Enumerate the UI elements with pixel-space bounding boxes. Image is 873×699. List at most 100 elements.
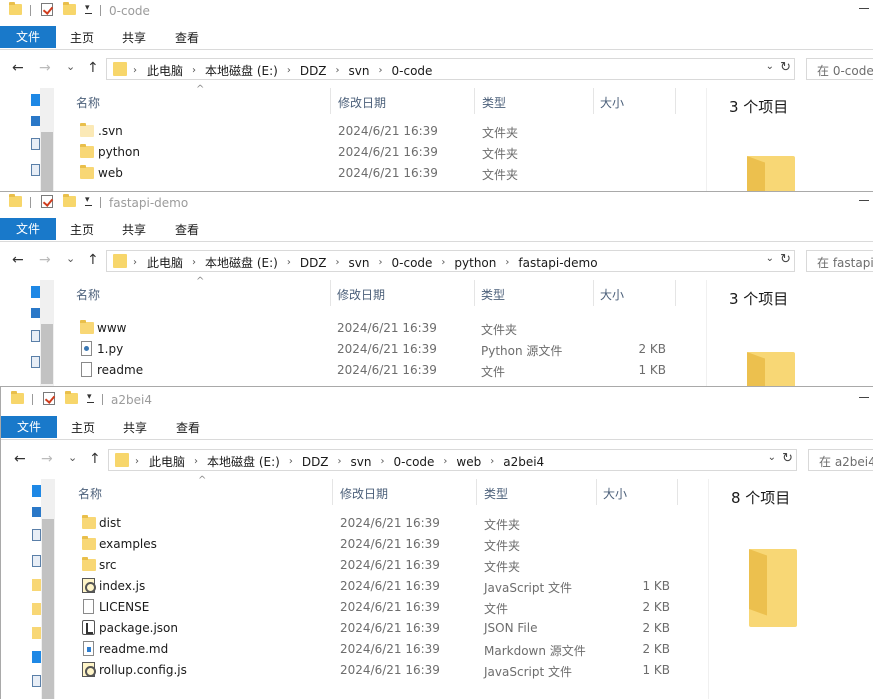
file-row[interactable]: dist 2024/6/21 16:39 文件夹 xyxy=(57,513,707,534)
file-row[interactable]: www 2024/6/21 16:39 文件夹 xyxy=(56,318,706,339)
breadcrumb-item[interactable]: 本地磁盘 (E:) xyxy=(205,62,278,79)
scrollbar-thumb[interactable] xyxy=(42,519,54,699)
chevron-right-icon[interactable]: › xyxy=(287,65,291,76)
folder-icon[interactable] xyxy=(32,627,41,639)
back-arrow-icon[interactable]: ← xyxy=(12,253,24,267)
picture-icon[interactable] xyxy=(31,356,40,368)
navigation-pane[interactable] xyxy=(1,479,57,699)
chevron-right-icon[interactable]: › xyxy=(379,257,383,268)
navigation-pane[interactable] xyxy=(0,88,56,192)
tab-share[interactable]: 共享 xyxy=(122,29,146,46)
file-row[interactable]: examples 2024/6/21 16:39 文件夹 xyxy=(57,534,707,555)
tab-share[interactable]: 共享 xyxy=(122,221,146,238)
scrollbar-thumb[interactable] xyxy=(41,132,53,192)
chevron-right-icon[interactable]: › xyxy=(287,257,291,268)
chevron-right-icon[interactable]: › xyxy=(192,257,196,268)
column-type[interactable]: 类型 xyxy=(482,94,506,111)
download-icon[interactable] xyxy=(31,116,40,126)
file-row[interactable]: LICENSE 2024/6/21 16:39 文件 2 KB xyxy=(57,597,707,618)
desktop-icon[interactable] xyxy=(32,651,41,663)
tab-share[interactable]: 共享 xyxy=(123,419,147,436)
column-divider[interactable] xyxy=(675,280,676,306)
up-arrow-icon[interactable]: ↑ xyxy=(87,61,99,75)
forward-arrow-icon[interactable]: → xyxy=(39,253,51,267)
file-row[interactable]: .svn 2024/6/21 16:39 文件夹 xyxy=(56,121,706,142)
breadcrumb-item[interactable]: DDZ xyxy=(302,455,329,469)
column-divider[interactable] xyxy=(330,88,331,114)
column-date[interactable]: 修改日期 xyxy=(337,286,385,303)
forward-arrow-icon[interactable]: → xyxy=(41,452,53,466)
file-row[interactable]: src 2024/6/21 16:39 文件夹 xyxy=(57,555,707,576)
download-icon[interactable] xyxy=(31,308,40,318)
breadcrumb-item[interactable]: 此电脑 xyxy=(149,453,185,470)
chevron-right-icon[interactable]: › xyxy=(505,257,509,268)
properties-icon[interactable] xyxy=(41,3,53,16)
download-icon[interactable] xyxy=(32,507,41,517)
chevron-down-icon[interactable]: ▾ xyxy=(85,3,92,14)
chevron-down-icon[interactable]: ⌄ xyxy=(768,452,776,463)
column-divider[interactable] xyxy=(593,280,594,306)
breadcrumb-item[interactable]: 本地磁盘 (E:) xyxy=(207,453,280,470)
chevron-right-icon[interactable]: › xyxy=(338,456,342,467)
column-name[interactable]: 名称 xyxy=(78,485,102,502)
breadcrumb-item[interactable]: 0-code xyxy=(392,256,433,270)
up-arrow-icon[interactable]: ↑ xyxy=(89,452,101,466)
breadcrumb-item[interactable]: python xyxy=(454,256,496,270)
breadcrumb-item[interactable]: svn xyxy=(349,256,370,270)
breadcrumb-item[interactable]: 此电脑 xyxy=(147,62,183,79)
file-row[interactable]: package.json 2024/6/21 16:39 JSON File 2… xyxy=(57,618,707,639)
breadcrumb-item[interactable]: fastapi-demo xyxy=(518,256,597,270)
chevron-right-icon[interactable]: › xyxy=(379,65,383,76)
file-row[interactable]: rollup.config.js 2024/6/21 16:39 JavaScr… xyxy=(57,660,707,681)
column-divider[interactable] xyxy=(596,479,597,505)
tab-file[interactable]: 文件 xyxy=(1,416,57,438)
tab-file[interactable]: 文件 xyxy=(0,26,56,48)
column-type[interactable]: 类型 xyxy=(484,485,508,502)
chevron-right-icon[interactable]: › xyxy=(443,456,447,467)
minimize-button[interactable] xyxy=(859,200,869,201)
file-row[interactable]: readme.md 2024/6/21 16:39 Markdown 源文件 2… xyxy=(57,639,707,660)
breadcrumb-item[interactable]: svn xyxy=(351,455,372,469)
address-bar[interactable]: › 此电脑 › 本地磁盘 (E:) › DDZ › svn › 0-code ›… xyxy=(108,449,797,471)
recent-locations-icon[interactable]: ⌄ xyxy=(66,252,75,266)
search-input[interactable]: 在 0-code xyxy=(806,58,873,80)
refresh-icon[interactable]: ↻ xyxy=(780,252,791,267)
column-size[interactable]: 大小 xyxy=(603,485,627,502)
scrollbar-thumb[interactable] xyxy=(41,324,53,384)
address-bar[interactable]: › 此电脑 › 本地磁盘 (E:) › DDZ › svn › 0-code ›… xyxy=(106,250,795,272)
column-divider[interactable] xyxy=(675,88,676,114)
folder-icon[interactable] xyxy=(32,603,41,615)
chevron-right-icon[interactable]: › xyxy=(194,456,198,467)
refresh-icon[interactable]: ↻ xyxy=(782,451,793,466)
address-bar[interactable]: › 此电脑 › 本地磁盘 (E:) › DDZ › svn › 0-code ⌄… xyxy=(106,58,795,80)
quick-access-icon[interactable] xyxy=(31,286,40,298)
chevron-down-icon[interactable]: ⌄ xyxy=(766,253,774,264)
column-divider[interactable] xyxy=(677,479,678,505)
column-divider[interactable] xyxy=(474,280,475,306)
breadcrumb-item[interactable]: 0-code xyxy=(392,64,433,78)
column-date[interactable]: 修改日期 xyxy=(338,94,386,111)
quick-access-icon[interactable] xyxy=(32,485,41,497)
file-row[interactable]: readme 2024/6/21 16:39 文件 1 KB xyxy=(56,360,706,381)
properties-icon[interactable] xyxy=(41,195,53,208)
file-row[interactable]: python 2024/6/21 16:39 文件夹 xyxy=(56,142,706,163)
file-row[interactable]: 1.py 2024/6/21 16:39 Python 源文件 2 KB xyxy=(56,339,706,360)
minimize-button[interactable] xyxy=(859,8,869,9)
document-icon[interactable] xyxy=(31,138,40,150)
back-arrow-icon[interactable]: ← xyxy=(12,61,24,75)
column-name[interactable]: 名称 xyxy=(76,94,100,111)
chevron-down-icon[interactable]: ▾ xyxy=(85,195,92,206)
column-size[interactable]: 大小 xyxy=(600,286,624,303)
up-arrow-icon[interactable]: ↑ xyxy=(87,253,99,267)
picture-icon[interactable] xyxy=(32,555,41,567)
column-type[interactable]: 类型 xyxy=(481,286,505,303)
breadcrumb-item[interactable]: web xyxy=(456,455,481,469)
tab-view[interactable]: 查看 xyxy=(176,419,200,436)
quick-access-icon[interactable] xyxy=(31,94,40,106)
chevron-right-icon[interactable]: › xyxy=(381,456,385,467)
chevron-right-icon[interactable]: › xyxy=(336,257,340,268)
chevron-down-icon[interactable]: ⌄ xyxy=(766,61,774,72)
recent-locations-icon[interactable]: ⌄ xyxy=(66,60,75,74)
tab-home[interactable]: 主页 xyxy=(70,29,94,46)
column-divider[interactable] xyxy=(332,479,333,505)
